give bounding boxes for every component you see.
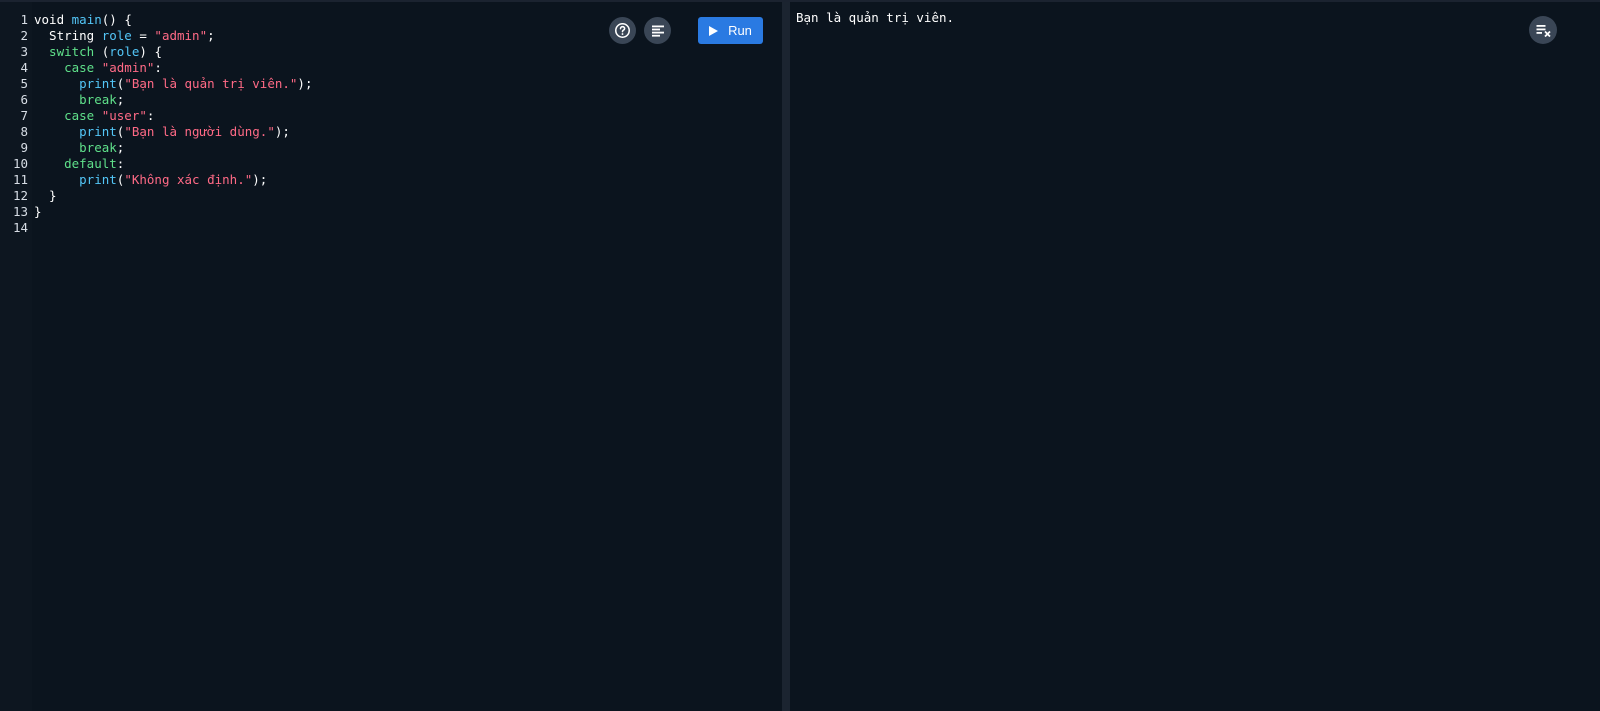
code-token: =: [131, 28, 155, 43]
line-number: 6: [20, 92, 28, 107]
code-line[interactable]: print("Bạn là quản trị viên.");: [34, 76, 312, 92]
help-circle-icon: [614, 22, 631, 39]
line-number: 2: [20, 28, 28, 43]
code-token: "Không xác định.": [124, 172, 253, 187]
code-line[interactable]: String role = "admin";: [34, 28, 215, 44]
code-line[interactable]: case "admin":: [34, 60, 162, 76]
code-token: "admin": [101, 60, 155, 75]
code-line[interactable]: print("Bạn là người dùng.");: [34, 124, 290, 140]
code-token: print: [34, 172, 117, 187]
code-token: :: [154, 60, 162, 75]
code-token: print: [34, 124, 117, 139]
output-text: Bạn là quản trị viên.: [796, 10, 955, 25]
code-token: switch: [34, 44, 95, 59]
code-token: ;: [116, 92, 125, 107]
run-button[interactable]: Run: [698, 17, 763, 44]
line-number: 7: [20, 108, 28, 123]
code-token: );: [252, 172, 268, 187]
line-number: 5: [20, 76, 28, 91]
code-token: case: [34, 60, 102, 75]
line-number: 13: [12, 204, 28, 219]
code-line[interactable]: default:: [34, 156, 124, 172]
code-token: String: [34, 28, 102, 43]
code-token: "admin": [154, 28, 208, 43]
line-number: 4: [20, 60, 28, 75]
dartpad-app: 1 2 3 4 5 6 7 8 9 10 11 12 13 14 void main() { String…: [0, 0, 1600, 711]
code-token: );: [274, 124, 290, 139]
line-number: 14: [12, 220, 28, 235]
line-number: 10: [12, 156, 28, 171]
code-token: case: [34, 108, 102, 123]
line-number-gutter: 1 2 3 4 5 6 7 8 9 10 11 12 13 14: [0, 2, 32, 711]
format-align-icon: [651, 25, 664, 37]
code-token: () {: [101, 12, 132, 27]
code-line[interactable]: break;: [34, 92, 124, 108]
code-token: }: [34, 204, 42, 219]
clear-console-button[interactable]: [1529, 16, 1557, 44]
format-code-button[interactable]: [644, 17, 671, 44]
code-token: role: [109, 44, 140, 59]
clear-output-icon: [1536, 24, 1551, 37]
code-token: break: [34, 92, 117, 107]
play-icon: [709, 25, 719, 36]
code-token: (: [94, 44, 110, 59]
line-number: 9: [20, 140, 28, 155]
code-token: ;: [207, 28, 215, 43]
code-token: print: [34, 76, 117, 91]
console-output: Bạn là quản trị viên.: [790, 2, 1600, 711]
code-token: ) {: [139, 44, 162, 59]
code-token: main: [71, 12, 102, 27]
code-token: "user": [101, 108, 147, 123]
code-line[interactable]: }: [34, 188, 57, 204]
code-line[interactable]: case "user":: [34, 108, 154, 124]
code-token: "Bạn là quản trị viên.": [124, 76, 298, 91]
help-button[interactable]: [609, 17, 636, 44]
code-token: default: [34, 156, 117, 171]
line-number: 11: [12, 172, 28, 187]
code-area[interactable]: void main() { String role = "admin"; swi…: [34, 2, 774, 711]
code-token: break: [34, 140, 117, 155]
code-line[interactable]: break;: [34, 140, 124, 156]
code-token: "Bạn là người dùng.": [124, 124, 275, 139]
code-editor[interactable]: 1 2 3 4 5 6 7 8 9 10 11 12 13 14 void main() { String…: [0, 2, 797, 711]
code-line[interactable]: print("Không xác định.");: [34, 172, 267, 188]
line-number: 3: [20, 44, 28, 59]
line-number: 12: [12, 188, 28, 203]
line-number: 8: [20, 124, 28, 139]
code-token: role: [101, 28, 132, 43]
pane-splitter[interactable]: [782, 2, 790, 711]
code-token: }: [34, 188, 57, 203]
code-token: );: [297, 76, 313, 91]
code-line[interactable]: void main() {: [34, 12, 132, 28]
run-button-label: Run: [728, 23, 752, 38]
code-line[interactable]: }: [34, 204, 42, 220]
code-token: :: [116, 156, 125, 171]
code-line[interactable]: switch (role) {: [34, 44, 162, 60]
code-token: void: [34, 12, 72, 27]
code-token: :: [146, 108, 155, 123]
line-number: 1: [20, 12, 28, 27]
code-token: ;: [116, 140, 125, 155]
